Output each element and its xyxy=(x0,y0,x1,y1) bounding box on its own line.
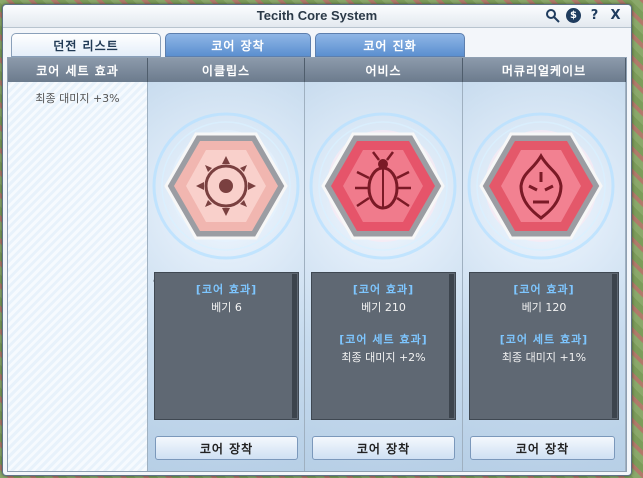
core-set-effect-value: 최종 대미지 +2% xyxy=(341,351,426,364)
sun-eye-emblem xyxy=(152,112,300,260)
core-set-effect-title: [코어 세트 효과] xyxy=(339,333,428,346)
window-title: Tecith Core System xyxy=(256,8,378,23)
core-system-window: Tecith Core System $ ? X 던전 리스트 코어 장착 코어… xyxy=(2,4,632,476)
tab-core-evolve[interactable]: 코어 진화 xyxy=(315,33,465,57)
core-card: « [코어 효과] 베기 6 코어 장착 xyxy=(148,82,305,471)
core-effect-box: [코어 효과] 베기 120 [코어 세트 효과] 최종 대미지 +1% xyxy=(469,272,619,420)
core-set-effect-value: 최종 대미지 +1% xyxy=(501,351,587,364)
core-effect-box: [코어 효과] 베기 6 xyxy=(154,272,299,420)
equip-core-button[interactable]: 코어 장착 xyxy=(312,436,455,460)
tab-bar: 던전 리스트 코어 장착 코어 진화 xyxy=(11,33,465,57)
set-effect-value: 최종 대미지 +3% xyxy=(35,92,120,105)
core-effect-value: 베기 6 xyxy=(211,301,242,314)
core-effect-box: [코어 효과] 베기 210 [코어 세트 효과] 최종 대미지 +2% xyxy=(311,272,456,420)
beetle-emblem xyxy=(309,112,457,260)
core-card: [코어 효과] 베기 210 [코어 세트 효과] 최종 대미지 +2% 코어 … xyxy=(305,82,463,471)
search-person-icon[interactable] xyxy=(545,8,560,23)
scrollbar[interactable] xyxy=(612,274,617,418)
core-name-header: 머큐리얼케이브 xyxy=(463,58,626,82)
help-icon[interactable]: ? xyxy=(587,8,602,23)
tab-dungeon-list[interactable]: 던전 리스트 xyxy=(11,33,161,57)
scrollbar[interactable] xyxy=(292,274,297,418)
equip-core-button[interactable]: 코어 장착 xyxy=(470,436,615,460)
main-content: 코어 세트 효과 이클립스 어비스 머큐리얼케이브 최종 대미지 +3% « [… xyxy=(7,57,627,472)
set-effect-panel: 최종 대미지 +3% xyxy=(8,82,148,471)
equip-core-button[interactable]: 코어 장착 xyxy=(155,436,298,460)
core-effect-value: 베기 120 xyxy=(521,301,567,314)
core-effect-value: 베기 210 xyxy=(361,301,406,314)
core-card: » [코어 효과] 베기 120 [코어 세트 효과] 최종 대미지 +1% 코… xyxy=(463,82,626,471)
flame-mask-emblem xyxy=(467,112,615,260)
coin-icon[interactable]: $ xyxy=(566,8,581,23)
close-icon[interactable]: X xyxy=(608,8,623,23)
scrollbar[interactable] xyxy=(449,274,454,418)
tab-core-equip[interactable]: 코어 장착 xyxy=(165,33,311,57)
core-effect-title: [코어 효과] xyxy=(195,283,258,296)
core-effect-title: [코어 효과] xyxy=(352,283,415,296)
core-set-effect-title: [코어 세트 효과] xyxy=(499,333,589,346)
core-name-header: 어비스 xyxy=(305,58,463,82)
core-effect-title: [코어 효과] xyxy=(513,283,575,296)
title-bar[interactable]: Tecith Core System $ ? X xyxy=(3,5,631,28)
core-name-header: 이클립스 xyxy=(148,58,305,82)
set-effect-header: 코어 세트 효과 xyxy=(8,58,148,82)
